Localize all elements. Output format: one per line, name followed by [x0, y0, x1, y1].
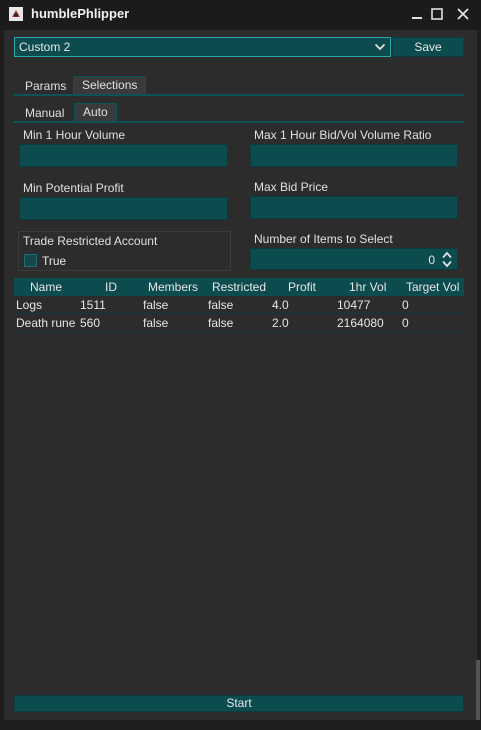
trade-restricted-label: Trade Restricted Account [23, 234, 158, 248]
num-items-label: Number of Items to Select [254, 232, 393, 246]
num-items-spinner[interactable]: 0 [250, 248, 458, 270]
trade-restricted-checkbox[interactable] [24, 254, 37, 267]
app-logo-icon [9, 7, 23, 21]
save-button[interactable]: Save [392, 37, 464, 57]
cell-1hr-vol: 10477 [337, 298, 371, 312]
col-restricted[interactable]: Restricted [212, 280, 266, 294]
col-name[interactable]: Name [30, 280, 62, 294]
tab-auto[interactable]: Auto [74, 103, 117, 122]
cell-name: Death rune [16, 316, 76, 330]
col-target-vol[interactable]: Target Vol [406, 280, 459, 294]
cell-members: false [143, 298, 169, 312]
cell-id: 560 [80, 316, 101, 330]
max-ratio-input[interactable] [250, 144, 458, 167]
preset-value: Custom 2 [19, 40, 71, 54]
chevron-down-icon [374, 43, 386, 51]
col-1hr-vol[interactable]: 1hr Vol [349, 280, 386, 294]
cell-restricted: false [208, 316, 234, 330]
resize-grip[interactable] [476, 660, 480, 720]
col-members[interactable]: Members [148, 280, 198, 294]
maximize-icon[interactable] [429, 6, 445, 22]
min-volume-label: Min 1 Hour Volume [23, 128, 126, 142]
cell-profit: 2.0 [272, 316, 289, 330]
cell-id: 1511 [80, 298, 106, 312]
cell-profit: 4.0 [272, 298, 289, 312]
spinner-down-icon[interactable] [441, 260, 453, 268]
row-separator [14, 331, 464, 332]
items-table-header: Name ID Members Restricted Profit 1hr Vo… [14, 278, 464, 296]
num-items-value: 0 [428, 253, 435, 267]
max-bid-label: Max Bid Price [254, 180, 329, 194]
spinner-up-icon[interactable] [441, 251, 453, 259]
minimize-icon[interactable] [409, 6, 425, 22]
cell-name: Logs [16, 298, 43, 312]
window-title: humblePhlipper [31, 6, 130, 21]
tab-divider [14, 94, 464, 96]
cell-1hr-vol: 2164080 [337, 316, 384, 330]
max-bid-input[interactable] [250, 196, 458, 219]
cell-target-vol: 0 [402, 298, 409, 312]
min-profit-input[interactable] [19, 197, 228, 220]
cell-members: false [143, 316, 169, 330]
preset-dropdown[interactable]: Custom 2 [14, 37, 391, 57]
col-profit[interactable]: Profit [288, 280, 316, 294]
close-icon[interactable] [455, 6, 471, 22]
max-ratio-label: Max 1 Hour Bid/Vol Volume Ratio [254, 128, 432, 142]
min-volume-input[interactable] [19, 144, 228, 167]
min-profit-label: Min Potential Profit [23, 181, 124, 195]
table-row[interactable]: Death rune 560 false false 2.0 2164080 0 [14, 314, 464, 332]
cell-target-vol: 0 [402, 316, 409, 330]
title-bar: humblePhlipper [0, 0, 481, 30]
col-id[interactable]: ID [105, 280, 117, 294]
subtab-divider [14, 121, 464, 123]
trade-restricted-true-label: True [42, 254, 67, 268]
table-row[interactable]: Logs 1511 false false 4.0 10477 0 [14, 296, 464, 314]
tab-selections[interactable]: Selections [73, 76, 147, 95]
start-button[interactable]: Start [14, 695, 464, 712]
cell-restricted: false [208, 298, 234, 312]
